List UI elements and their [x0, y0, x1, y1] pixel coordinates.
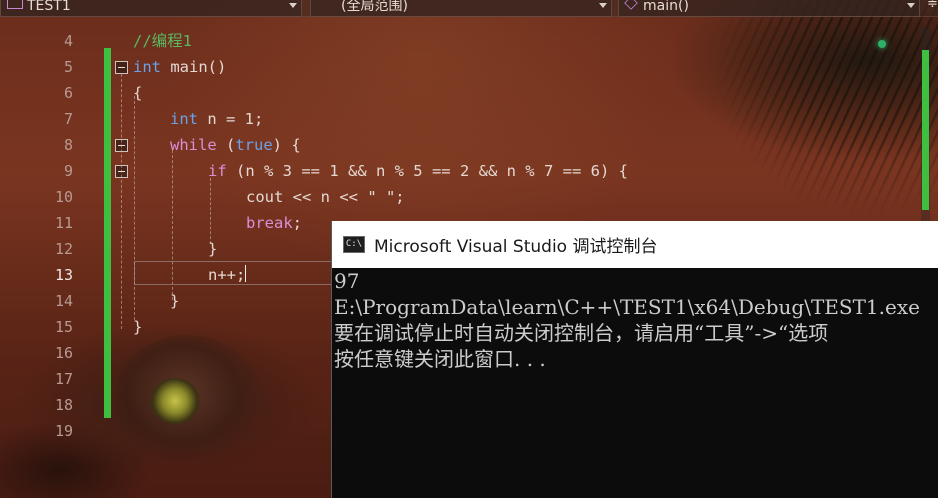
keyword-int: int: [170, 110, 198, 128]
code-line-close-if: }: [208, 240, 218, 258]
console-titlebar[interactable]: C:\ Microsoft Visual Studio 调试控制台: [332, 221, 938, 268]
line-number: 19: [54, 422, 73, 440]
console-output-line: 要在调试停止时自动关闭控制台，请启用“工具”->“选项: [334, 321, 829, 345]
outline-guide: [121, 74, 122, 329]
indent-guide: [134, 96, 135, 320]
line-number: 16: [54, 344, 73, 362]
keyword-break: break: [246, 214, 293, 232]
line-number: 15: [54, 318, 73, 336]
line-number: 17: [54, 370, 73, 388]
member-dropdown[interactable]: main(): [618, 0, 920, 17]
chevron-down-icon: [289, 3, 297, 8]
project-dropdown-label: TEST1: [27, 0, 71, 14]
line-number: 5: [63, 58, 73, 76]
console-output-line: E:\ProgramData\learn\C++\TEST1\x64\Debug…: [334, 295, 920, 319]
code-line-main: int main(): [133, 54, 226, 80]
line-number: 18: [54, 396, 73, 414]
code-text: n = 1;: [198, 110, 264, 128]
console-output-line: 97: [334, 269, 360, 293]
code-line-cout: cout << n << " ";: [246, 188, 405, 206]
scope-dropdown-label: (全局范围): [341, 0, 408, 14]
code-line-brace: {: [133, 84, 143, 102]
console-output-line: 按任意键关闭此窗口. . .: [334, 347, 546, 371]
debug-console-window[interactable]: C:\ Microsoft Visual Studio 调试控制台 97 E:\…: [331, 221, 938, 498]
code-comment: //编程1: [133, 32, 192, 50]
code-line-if: if (n % 3 == 1 && n % 5 == 2 && n % 7 ==…: [208, 158, 628, 184]
keyword-true: true: [235, 136, 273, 154]
split-icon[interactable]: ≑: [927, 0, 938, 17]
keyword-int: int: [133, 58, 161, 76]
chevron-down-icon: [907, 3, 915, 8]
code-line-while: while (true) {: [170, 132, 301, 158]
code-line-close-main: }: [133, 318, 143, 336]
line-number: 10: [54, 188, 73, 206]
code-line-decl: int n = 1;: [170, 106, 263, 132]
console-app-icon: C:\: [343, 236, 365, 253]
keyword-if: if: [208, 162, 227, 180]
code-text: (: [216, 136, 236, 154]
line-number: 7: [63, 110, 73, 128]
console-output[interactable]: 97 E:\ProgramData\learn\C++\TEST1\x64\De…: [332, 268, 938, 498]
code-line-close-while: }: [170, 292, 180, 310]
change-tracking-bar: [104, 48, 111, 418]
line-number: 6: [63, 84, 73, 102]
scope-dropdown[interactable]: (全局范围): [310, 0, 612, 17]
current-line-highlight: [134, 261, 334, 285]
collapse-icon[interactable]: [115, 61, 128, 74]
indent-guide: [210, 178, 211, 244]
project-dropdown[interactable]: TEST1: [0, 0, 302, 17]
chevron-down-icon: [599, 3, 607, 8]
keyword-while: while: [170, 136, 217, 154]
project-icon: [7, 0, 23, 9]
code-text: ) {: [272, 136, 301, 154]
line-number: 9: [63, 162, 73, 180]
line-number: 14: [54, 292, 73, 310]
console-title: Microsoft Visual Studio 调试控制台: [374, 237, 658, 257]
line-number: 8: [63, 136, 73, 154]
code-text: ;: [292, 214, 303, 232]
line-number: 11: [54, 214, 73, 232]
line-number-current: 13: [54, 266, 73, 284]
line-number: 4: [63, 32, 73, 50]
code-line-break: break;: [246, 210, 302, 236]
member-dropdown-label: main(): [643, 0, 689, 14]
code-text: (n % 3 == 1 && n % 5 == 2 && n % 7 == 6)…: [226, 162, 628, 180]
scrollbar-thumb[interactable]: [922, 50, 929, 210]
code-text: main(): [161, 58, 227, 76]
line-number: 12: [54, 240, 73, 258]
cube-icon: [624, 0, 638, 10]
navigation-bar: TEST1 (全局范围) main() ≑: [0, 0, 938, 17]
text-caret: [245, 265, 246, 282]
